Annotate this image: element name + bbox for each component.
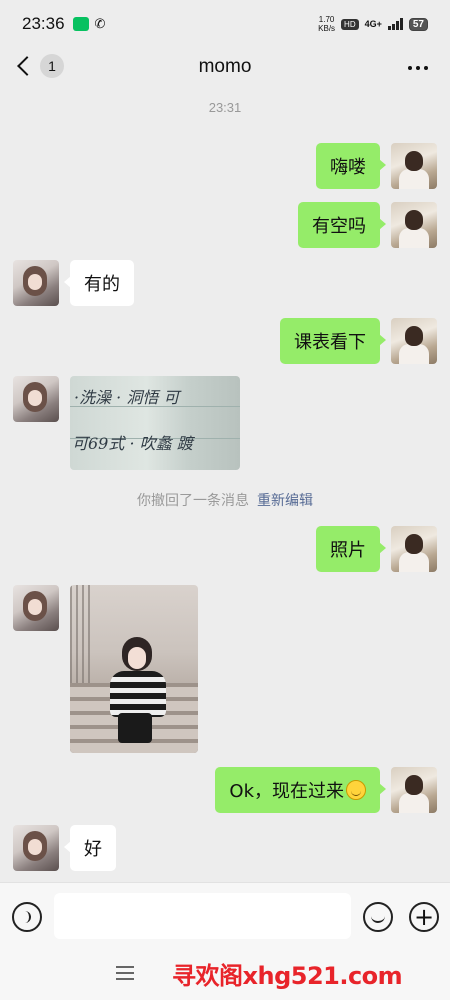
status-time: 23:36 — [22, 14, 65, 33]
network-speed: 1.70 KB/s — [318, 15, 335, 33]
watermark: 寻欢阁xhg521.com — [172, 962, 403, 990]
emoji-icon — [371, 915, 385, 923]
message-bubble-sent[interactable]: 嗨喽 — [316, 143, 386, 189]
message-input[interactable] — [54, 893, 351, 939]
message-bubble-sent[interactable]: Ok，现在过来 — [215, 767, 386, 813]
contact-avatar[interactable] — [13, 260, 59, 306]
contact-avatar[interactable] — [13, 825, 59, 871]
menu-icon[interactable] — [116, 966, 134, 980]
smile-emoji-icon — [346, 780, 366, 800]
battery-icon: 57 — [408, 17, 428, 31]
recall-notice-text: 你撤回了一条消息 — [137, 493, 249, 509]
hd-badge: HD — [341, 18, 359, 30]
my-avatar[interactable] — [391, 526, 437, 572]
voice-input-button[interactable] — [12, 902, 42, 932]
chat-header: 1 momo — [0, 48, 450, 90]
contact-avatar[interactable] — [13, 376, 59, 422]
plus-icon: + — [413, 903, 435, 931]
my-avatar[interactable] — [391, 143, 437, 189]
more-options-button[interactable] — [408, 66, 428, 70]
my-avatar[interactable] — [391, 767, 437, 813]
bottom-navigation: 寻欢阁xhg521.com — [0, 950, 450, 1000]
status-notification-icons: ✆ — [72, 16, 106, 32]
more-functions-button[interactable]: + — [409, 902, 439, 932]
voice-icon — [23, 911, 31, 923]
message-text: Ok，现在过来 — [229, 781, 344, 802]
message-timestamp: 23:31 — [208, 100, 242, 115]
network-speed-unit: KB/s — [318, 24, 336, 33]
recall-notice: 你撤回了一条消息 重新编辑 — [0, 490, 450, 510]
notebook-handwriting-line1: ·洗澡 · 洞悟 可 — [74, 388, 180, 407]
reedit-link[interactable]: 重新编辑 — [257, 493, 313, 509]
missed-call-icon: ✆ — [94, 16, 106, 32]
image-message-notebook[interactable]: ·洗澡 · 洞悟 可 可69式 · 吹蠡 踱 — [70, 376, 240, 470]
notebook-handwriting-line2: 可69式 · 吹蠡 踱 — [72, 434, 193, 453]
network-speed-value: 1.70 — [318, 15, 335, 24]
more-dots-icon — [408, 66, 412, 70]
input-bar: + — [0, 882, 450, 950]
contact-avatar[interactable] — [13, 585, 59, 631]
message-bubble-sent[interactable]: 有空吗 — [298, 202, 386, 248]
emoji-button[interactable] — [363, 902, 393, 932]
status-right-group: 1.70 KB/s HD 4G+ 57 — [318, 15, 428, 33]
message-bubble-sent[interactable]: 课表看下 — [280, 318, 386, 364]
my-avatar[interactable] — [391, 318, 437, 364]
message-bubble-received[interactable]: 有的 — [64, 260, 134, 306]
message-bubble-sent[interactable]: 照片 — [316, 526, 386, 572]
chat-title: momo — [198, 56, 252, 77]
my-avatar[interactable] — [391, 202, 437, 248]
signal-icon — [387, 18, 403, 30]
message-list[interactable]: 23:31 嗨喽 有空吗 有的 课表看下 ·洗澡 · 洞悟 可 可69式 · 吹… — [0, 90, 450, 880]
wechat-notification-icon — [72, 17, 89, 31]
image-message-photo[interactable] — [70, 585, 198, 753]
status-bar: 23:36 ✆ 1.70 KB/s HD 4G+ 57 — [0, 0, 450, 48]
network-type: 4G+ — [364, 19, 382, 29]
message-bubble-received[interactable]: 好 — [64, 825, 116, 871]
